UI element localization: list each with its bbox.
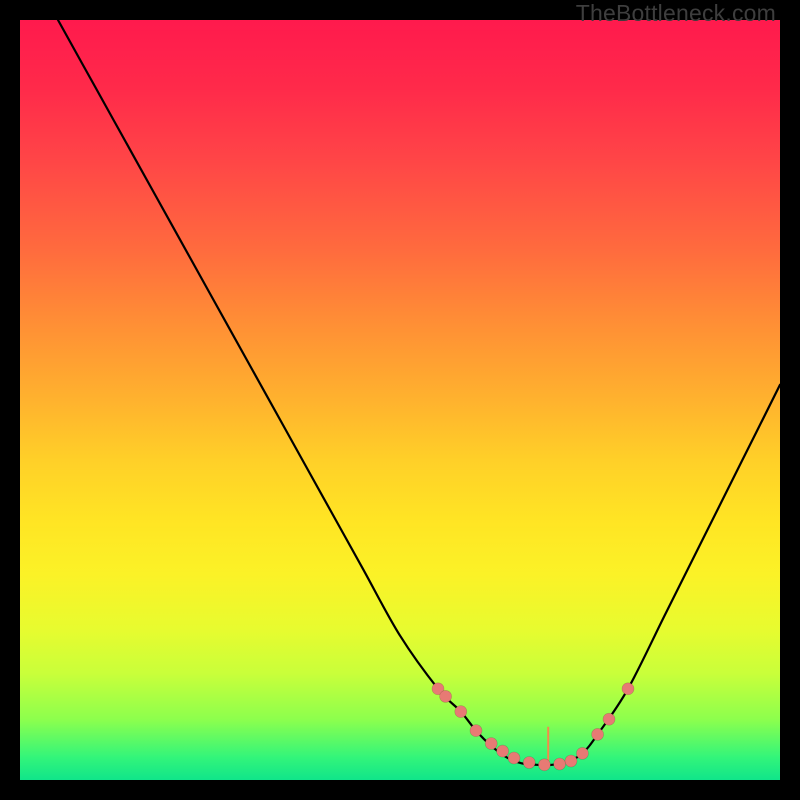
marker-dot <box>470 725 482 737</box>
marker-dot <box>538 759 550 771</box>
marker-dot <box>455 706 467 718</box>
marker-dot <box>440 690 452 702</box>
bottleneck-curve <box>58 20 780 765</box>
marker-dot <box>603 713 615 725</box>
marker-dot <box>622 683 634 695</box>
plot-area <box>20 20 780 780</box>
curve-layer <box>20 20 780 780</box>
marker-dot <box>485 738 497 750</box>
marker-dot <box>565 755 577 767</box>
marker-dot <box>554 758 566 770</box>
chart-stage: TheBottleneck.com <box>0 0 800 800</box>
marker-dot <box>497 745 509 757</box>
marker-dot <box>592 728 604 740</box>
marker-dot <box>508 752 520 764</box>
marker-dot <box>523 757 535 769</box>
watermark-text: TheBottleneck.com <box>576 0 776 27</box>
marker-dot <box>576 747 588 759</box>
